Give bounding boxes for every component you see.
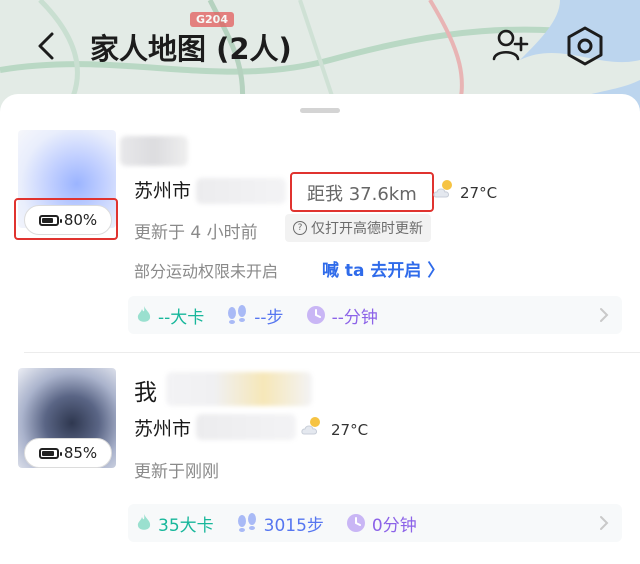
update-hint[interactable]: ? 仅打开高德时更新 xyxy=(285,214,431,242)
update-time: 更新于刚刚 xyxy=(134,462,219,482)
battery-level: 85% xyxy=(63,444,98,462)
back-icon[interactable] xyxy=(30,28,66,64)
member-city: 苏州市 xyxy=(134,180,192,202)
member-card[interactable]: 80% 苏州市 距我 37.6km 27°C 更新于 4 小时前 ? 仅打开高德… xyxy=(0,124,640,352)
clock-icon xyxy=(306,306,325,324)
family-sheet: 80% 苏州市 距我 37.6km 27°C 更新于 4 小时前 ? 仅打开高德… xyxy=(0,94,640,564)
footprints-icon xyxy=(237,513,256,532)
activity-stats[interactable]: 35大卡 3015步 0分钟 xyxy=(128,504,622,542)
activity-stats[interactable]: --大卡 --步 --分钟 xyxy=(128,296,622,334)
member-city: 苏州市 xyxy=(134,418,192,440)
battery-icon xyxy=(38,447,62,459)
stat-minutes: --分钟 xyxy=(306,303,378,328)
address-redacted xyxy=(196,414,296,440)
stat-steps: --步 xyxy=(226,303,284,328)
clock-icon xyxy=(346,514,365,532)
minutes-value: --分钟 xyxy=(331,307,378,328)
page-title: 家人地图 (2人) xyxy=(90,32,292,66)
member-name: 我 xyxy=(134,380,157,406)
stat-minutes: 0分钟 xyxy=(346,511,417,536)
flame-icon xyxy=(137,306,151,322)
stat-calories: 35大卡 xyxy=(136,511,214,536)
steps-value: --步 xyxy=(254,307,284,328)
info-icon: ? xyxy=(293,221,307,235)
flame-icon xyxy=(137,514,151,530)
add-user-icon[interactable] xyxy=(490,25,530,65)
chevron-right-icon[interactable] xyxy=(598,515,610,531)
stat-steps: 3015步 xyxy=(236,511,324,536)
highlight-box-battery xyxy=(14,198,118,240)
address-redacted xyxy=(196,178,286,204)
temperature: 27°C xyxy=(331,421,369,439)
temperature: 27°C xyxy=(460,184,498,202)
calories-value: --大卡 xyxy=(158,307,205,328)
weather-icon xyxy=(301,417,320,435)
minutes-value: 0分钟 xyxy=(371,515,417,536)
steps-value: 3015步 xyxy=(263,515,324,536)
battery-badge: 85% xyxy=(24,438,112,468)
update-hint-text: 仅打开高德时更新 xyxy=(311,221,423,237)
chevron-right-icon[interactable] xyxy=(598,307,610,323)
highlight-box-distance xyxy=(290,172,434,212)
member-card-me[interactable]: 85% 我 苏州市 27°C 更新于刚刚 35大卡 3015步 0分钟 xyxy=(0,368,640,564)
drag-handle[interactable] xyxy=(300,108,340,113)
member-name-redacted xyxy=(166,372,312,406)
settings-icon[interactable] xyxy=(564,25,606,67)
permission-link[interactable]: 喊 ta 去开启 〉 xyxy=(322,256,444,281)
footprints-icon xyxy=(228,305,247,324)
header: 家人地图 (2人) xyxy=(0,0,640,94)
update-time: 更新于 4 小时前 xyxy=(134,223,258,243)
calories-value: 35大卡 xyxy=(158,515,214,536)
stat-calories: --大卡 xyxy=(136,303,204,328)
divider xyxy=(24,352,640,353)
permission-text: 部分运动权限未开启 xyxy=(134,262,279,281)
member-name-redacted xyxy=(120,136,188,166)
weather-icon xyxy=(433,180,452,198)
